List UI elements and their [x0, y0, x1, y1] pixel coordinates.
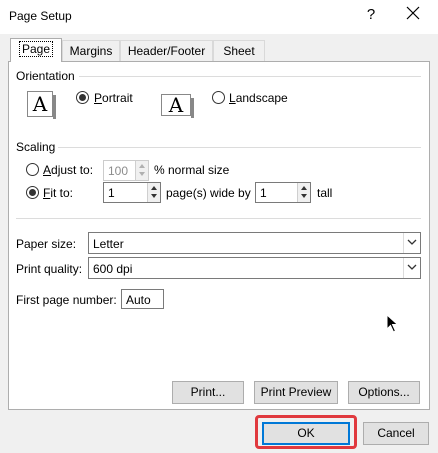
pages-tall-spinner[interactable]: 1	[255, 182, 311, 203]
mouse-cursor-icon	[386, 313, 400, 337]
fit-to-radio[interactable]	[26, 186, 39, 199]
paper-size-label: Paper size:	[16, 237, 77, 251]
adjust-to-value: 100	[108, 164, 129, 178]
close-icon	[406, 6, 420, 20]
pages-tall-arrows[interactable]	[297, 183, 310, 202]
landscape-text: andscape	[235, 91, 288, 105]
paper-size-dropdown[interactable]	[403, 233, 420, 253]
tab-margins[interactable]: Margins	[62, 40, 120, 61]
landscape-radio[interactable]	[212, 91, 225, 104]
print-quality-select[interactable]: 600 dpi	[88, 257, 421, 279]
print-preview-button[interactable]: Print Preview	[254, 381, 338, 404]
portrait-text: ortrait	[102, 91, 133, 105]
portrait-page-icon: A	[27, 91, 56, 119]
orientation-label: Orientation	[16, 69, 75, 83]
help-button[interactable]: ?	[364, 6, 378, 23]
scaling-separator	[58, 147, 421, 148]
first-page-number-input[interactable]: Auto	[121, 289, 164, 309]
adjust-to-radio[interactable]	[26, 163, 39, 176]
adjust-to-unit: % normal size	[154, 163, 230, 177]
pages-wide-label: page(s) wide by	[166, 186, 251, 200]
spin-up-icon	[151, 186, 157, 190]
landscape-page-icon: A	[161, 94, 194, 118]
tab-sheet[interactable]: Sheet	[213, 40, 265, 61]
chevron-down-icon	[407, 264, 417, 270]
adjust-to-label[interactable]: Adjust to:	[43, 163, 93, 177]
portrait-label[interactable]: Portrait	[94, 91, 133, 105]
pages-tall-label: tall	[317, 186, 333, 200]
print-quality-value: 600 dpi	[93, 262, 133, 276]
paper-size-select[interactable]: Letter	[88, 232, 421, 254]
pages-tall-value: 1	[260, 186, 267, 200]
window-title: Page Setup	[9, 9, 72, 23]
spin-down-icon	[139, 172, 145, 176]
tab-page-label: Page	[18, 41, 54, 57]
spin-down-icon	[151, 194, 157, 198]
close-button[interactable]	[404, 4, 422, 22]
scaling-label: Scaling	[16, 140, 56, 154]
fit-to-label[interactable]: Fit to:	[43, 186, 73, 200]
adjust-to-spinner[interactable]: 100	[103, 160, 149, 181]
print-quality-label: Print quality:	[16, 262, 83, 276]
paper-size-value: Letter	[93, 237, 124, 251]
pages-wide-spinner[interactable]: 1	[103, 182, 161, 203]
landscape-label[interactable]: Landscape	[229, 91, 288, 105]
print-quality-dropdown[interactable]	[403, 258, 420, 278]
cancel-button[interactable]: Cancel	[363, 422, 429, 445]
pages-wide-arrows[interactable]	[147, 183, 160, 202]
tab-header-footer[interactable]: Header/Footer	[120, 40, 213, 61]
ok-button[interactable]: OK	[262, 422, 350, 445]
landscape-accel: L	[229, 91, 236, 105]
adjust-to-arrows[interactable]	[135, 161, 148, 180]
pages-wide-value: 1	[108, 186, 115, 200]
first-page-number-label: First page number:	[16, 293, 117, 307]
adjust-to-text: djust to:	[51, 163, 94, 177]
print-button[interactable]: Print...	[172, 381, 244, 404]
portrait-radio[interactable]	[76, 91, 89, 104]
orientation-separator	[79, 76, 421, 77]
spin-down-icon	[301, 194, 307, 198]
tab-page[interactable]: Page	[10, 38, 62, 62]
spin-up-icon	[139, 164, 145, 168]
spin-up-icon	[301, 186, 307, 190]
scaling-bottom-separator	[16, 218, 421, 219]
portrait-accel: P	[94, 91, 103, 105]
chevron-down-icon	[407, 239, 417, 245]
fit-to-text: it to:	[50, 186, 74, 200]
first-page-number-value: Auto	[126, 293, 151, 307]
options-button[interactable]: Options...	[348, 381, 420, 404]
adjust-to-accel: A	[43, 163, 52, 177]
